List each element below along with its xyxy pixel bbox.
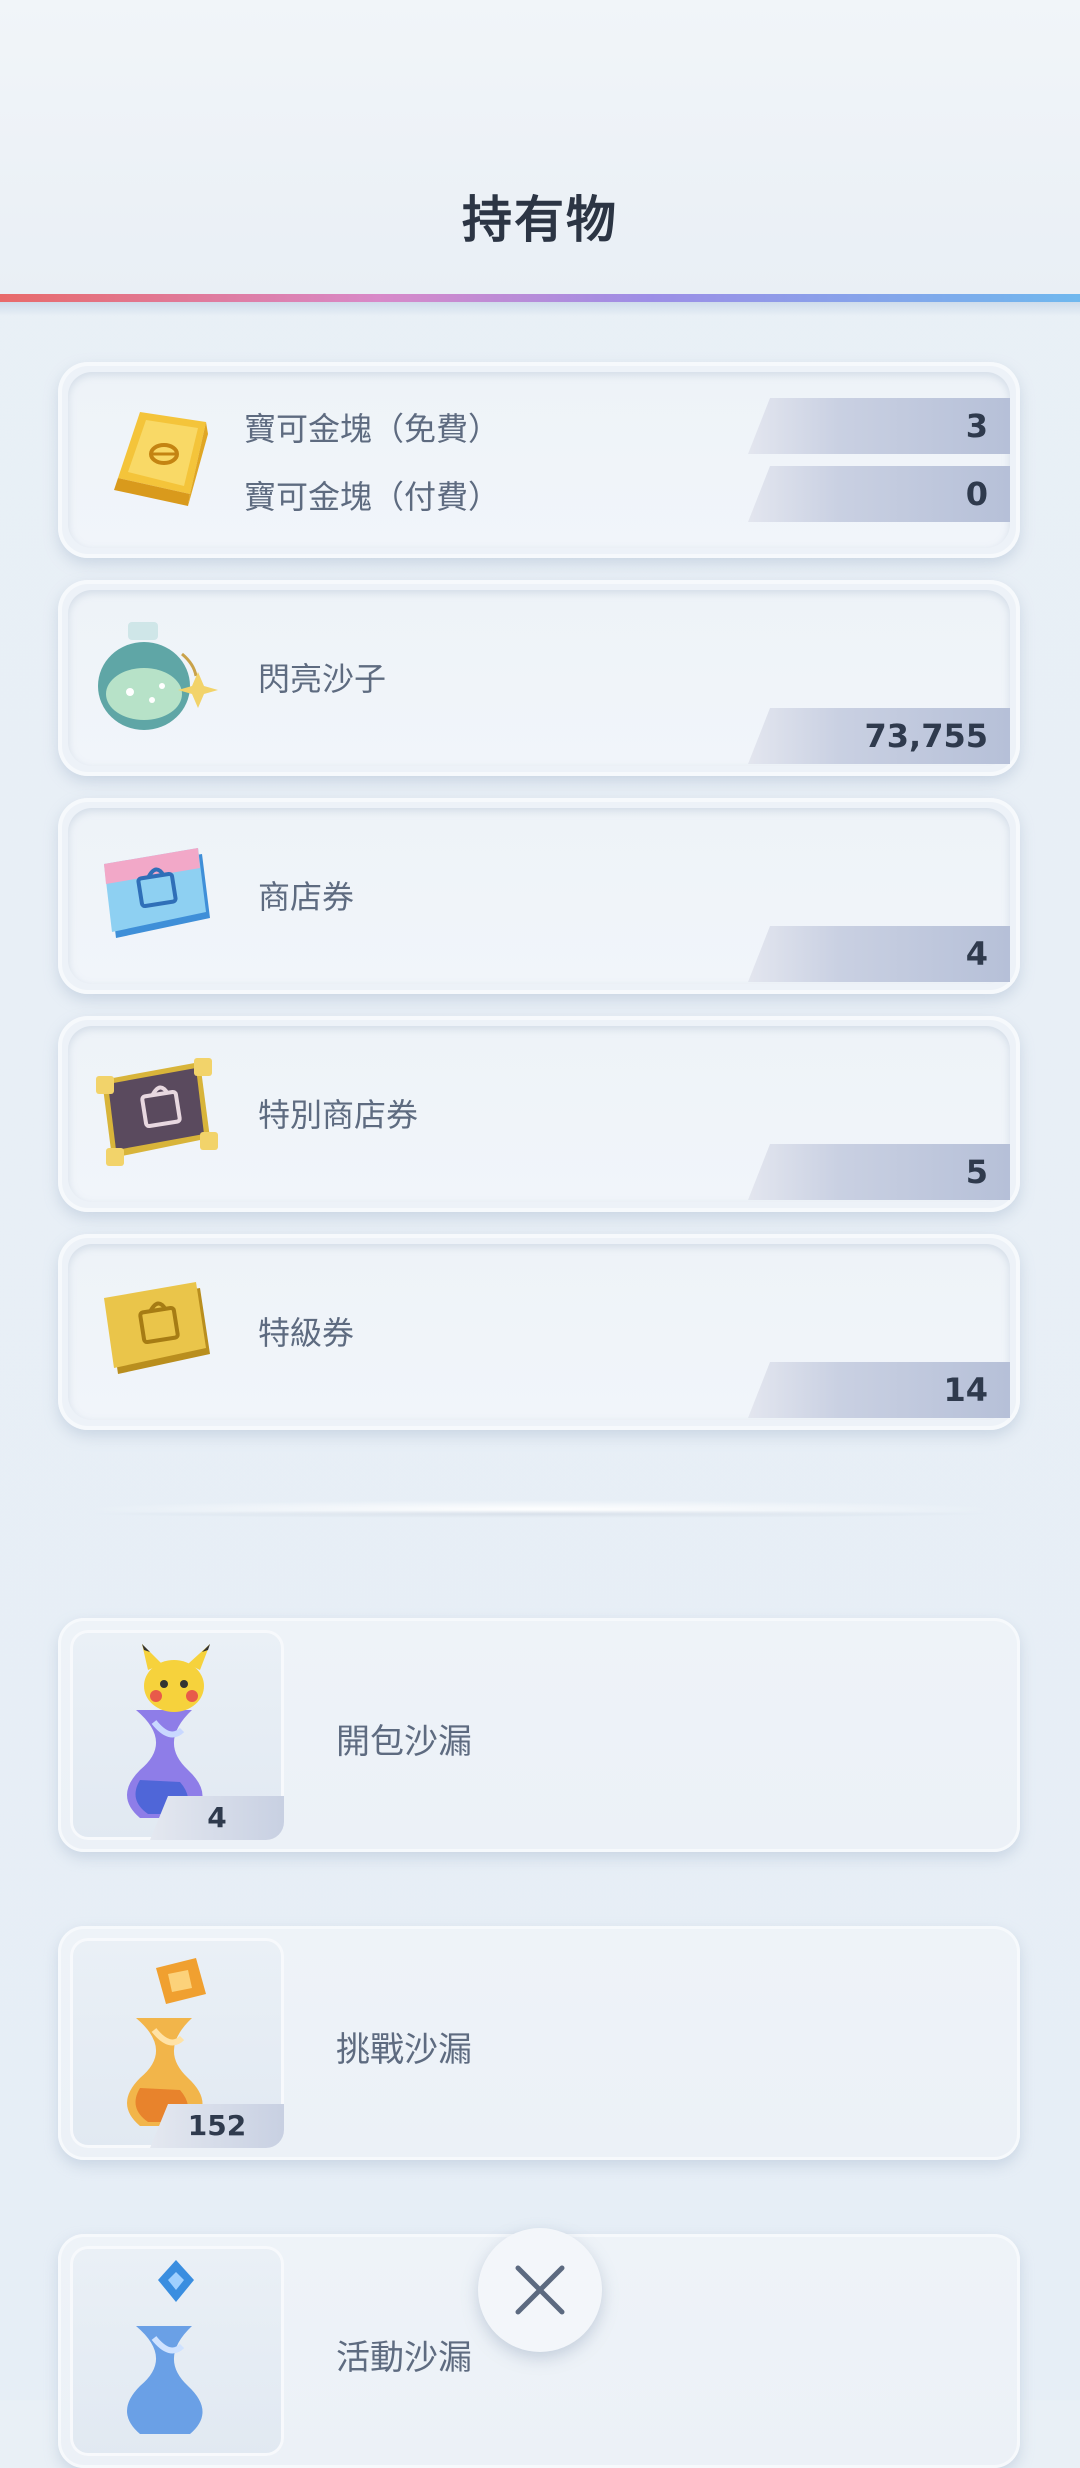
battle-hourglass-label: 挑戰沙漏 <box>336 2030 472 2070</box>
gold-bar-icon <box>98 398 218 518</box>
pack-hourglass-card[interactable]: 4 開包沙漏 <box>58 1618 1020 1852</box>
premium-ticket-icon <box>94 1274 218 1388</box>
premium-ticket-card: 特級券 14 <box>58 1234 1020 1430</box>
header-rainbow-divider <box>0 294 1080 302</box>
premium-ticket-label: 特級券 <box>258 1314 355 1352</box>
shop-ticket-value: 4 <box>748 926 1010 982</box>
pokegold-free-value: 3 <box>748 398 1010 454</box>
pokegold-free-label: 寶可金塊（免費） <box>244 410 501 448</box>
section-divider-shadow <box>80 1510 1000 1518</box>
pack-hourglass-tile: 4 <box>70 1630 284 1840</box>
pack-hourglass-count: 4 <box>150 1796 284 1840</box>
close-button[interactable] <box>478 2228 602 2352</box>
event-hourglass-label: 活動沙漏 <box>336 2338 472 2378</box>
shop-ticket-label: 商店券 <box>258 878 355 916</box>
pack-hourglass-label: 開包沙漏 <box>336 1722 472 1762</box>
pokegold-paid-value: 0 <box>748 466 1010 522</box>
shop-ticket-icon <box>94 840 218 952</box>
shinedust-label: 閃亮沙子 <box>258 660 387 698</box>
battle-hourglass-tile: 152 <box>70 1938 284 2148</box>
event-hourglass-tile <box>70 2246 284 2456</box>
battle-hourglass-count: 152 <box>150 2104 284 2148</box>
pokegold-paid-label: 寶可金塊（付費） <box>244 478 501 516</box>
battle-hourglass-card[interactable]: 152 挑戰沙漏 <box>58 1926 1020 2160</box>
shinedust-value: 73,755 <box>748 708 1010 764</box>
event-hourglass-icon <box>127 2260 203 2434</box>
special-shop-ticket-card: 特別商店券 5 <box>58 1016 1020 1212</box>
pokegold-card: 寶可金塊（免費） 寶可金塊（付費） 3 0 <box>58 362 1020 558</box>
shinedust-bottle-icon <box>86 614 226 744</box>
shop-ticket-card: 商店券 4 <box>58 798 1020 994</box>
header-shadow <box>0 302 1080 316</box>
close-icon <box>515 2265 565 2315</box>
header: 持有物 <box>0 0 1080 296</box>
special-shop-ticket-label: 特別商店券 <box>258 1096 419 1134</box>
special-shop-ticket-value: 5 <box>748 1144 1010 1200</box>
premium-ticket-value: 14 <box>748 1362 1010 1418</box>
shinedust-card: 閃亮沙子 73,755 <box>58 580 1020 776</box>
special-shop-ticket-icon <box>88 1050 222 1174</box>
page-title: 持有物 <box>462 191 618 249</box>
